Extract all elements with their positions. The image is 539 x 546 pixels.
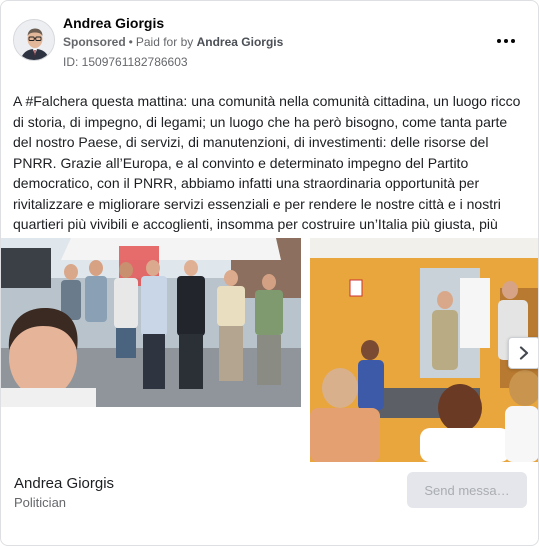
ad-header: Andrea Giorgis Sponsored • Paid for by And…	[13, 11, 528, 71]
paid-for-prefix: Paid for by	[135, 35, 194, 49]
more-horizontal-icon-dot	[511, 39, 515, 43]
more-horizontal-icon	[497, 39, 501, 43]
carousel-photo-meeting-room[interactable]	[310, 238, 538, 462]
send-message-button[interactable]: Send messa…	[407, 472, 527, 508]
avatar-portrait	[14, 20, 54, 60]
more-options-button[interactable]	[494, 31, 518, 51]
paid-for-by-name[interactable]: Andrea Giorgis	[197, 35, 284, 49]
carousel-photo-group-selfie[interactable]	[1, 238, 301, 407]
page-name[interactable]: Andrea Giorgis	[63, 15, 164, 31]
separator-dot: •	[128, 35, 133, 49]
image-carousel[interactable]	[1, 238, 538, 462]
chevron-right-icon	[519, 346, 529, 360]
avatar[interactable]	[13, 19, 55, 61]
footer-page-category: Politician	[14, 495, 67, 510]
sponsored-label: Sponsored	[63, 35, 126, 49]
more-horizontal-icon-dot	[504, 39, 508, 43]
footer-page-name[interactable]: Andrea Giorgis	[14, 475, 114, 492]
carousel-next-button[interactable]	[508, 337, 538, 369]
ad-body-text: A #Falchera questa mattina: una comunità…	[13, 93, 521, 253]
sponsored-line: Sponsored • Paid for by Andrea Giorgis	[63, 35, 283, 49]
ad-id: ID: 1509761182786603	[63, 55, 188, 69]
ad-card: Andrea Giorgis Sponsored • Paid for by And…	[0, 0, 539, 546]
